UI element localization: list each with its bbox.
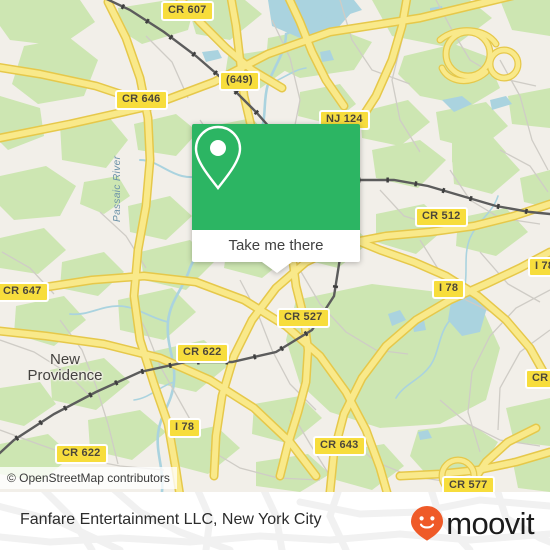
road-shield-cr-622-south[interactable]: CR 622 xyxy=(55,444,108,464)
moovit-wordmark: moovit xyxy=(446,505,534,541)
popup-header xyxy=(192,124,360,230)
moovit-brand[interactable]: moovit xyxy=(410,505,535,541)
road-shield-cr-512[interactable]: CR 512 xyxy=(415,207,468,227)
road-shield-cr-646[interactable]: CR 646 xyxy=(115,90,168,110)
popup-pointer-tail xyxy=(262,262,292,273)
road-shield-cr-647[interactable]: CR 647 xyxy=(0,282,49,302)
road-shield-cr-577[interactable]: CR 577 xyxy=(442,476,495,492)
map-canvas[interactable]: New Providence Passaic River CR 607 (649… xyxy=(0,0,550,492)
road-shield-cr-622-north[interactable]: CR 622 xyxy=(176,343,229,363)
page-title: Fanfare Entertainment LLC, New York City xyxy=(20,511,322,528)
moovit-map-screenshot: New Providence Passaic River CR 607 (649… xyxy=(0,0,550,550)
take-me-there-label: Take me there xyxy=(228,237,324,254)
road-shield-i-78-east[interactable]: I 78 xyxy=(528,257,550,277)
map-attribution: © OpenStreetMap contributors xyxy=(0,467,177,489)
popup-action-bar[interactable]: Take me there xyxy=(192,230,360,262)
road-shield-cr-607[interactable]: CR 607 xyxy=(161,1,214,21)
road-shield-i-78-southwest[interactable]: I 78 xyxy=(168,418,202,438)
map-pin-icon xyxy=(194,125,242,190)
water-label-passaic-river: Passaic River xyxy=(112,155,123,222)
place-label-new-providence: New Providence xyxy=(27,351,103,384)
location-popup-card[interactable]: Take me there xyxy=(192,124,360,273)
footer-bar: Fanfare Entertainment LLC, New York City… xyxy=(0,492,550,550)
road-shield-649[interactable]: (649) xyxy=(219,71,260,91)
road-shield-cr-643[interactable]: CR 643 xyxy=(313,436,366,456)
road-shield-cr-527[interactable]: CR 527 xyxy=(277,308,330,328)
moovit-smiley-pin-icon xyxy=(411,506,444,541)
road-shield-i-78-mid[interactable]: I 78 xyxy=(432,279,466,299)
road-shield-cr-5xx[interactable]: CR 5 xyxy=(525,369,550,389)
